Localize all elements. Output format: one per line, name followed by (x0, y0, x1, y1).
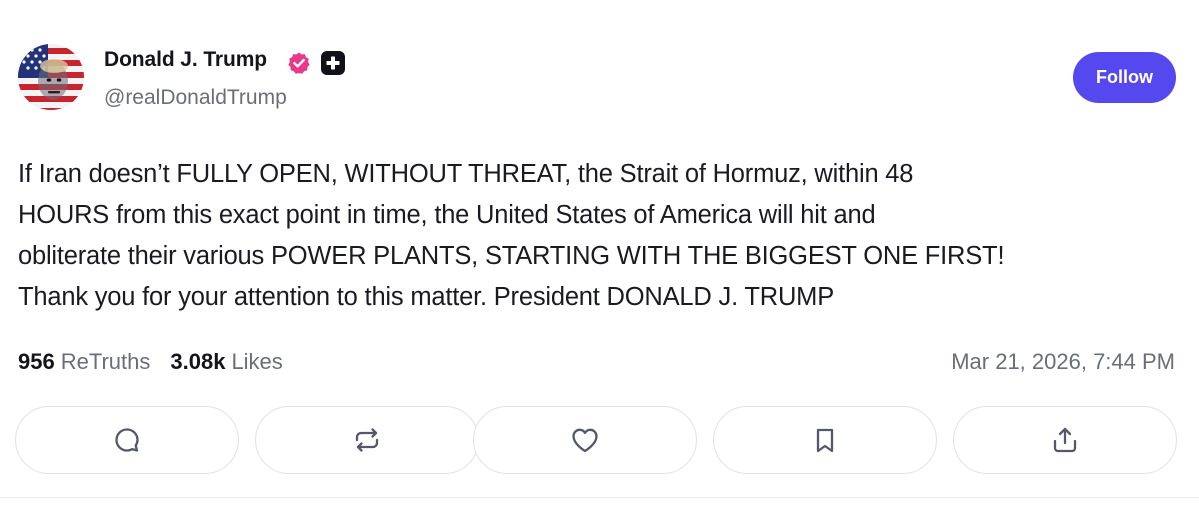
retruth-button[interactable] (255, 406, 479, 474)
post-text-line: Thank you for your attention to this mat… (18, 283, 835, 311)
like-button[interactable] (473, 406, 697, 474)
avatar[interactable] (18, 44, 84, 110)
reply-button[interactable] (15, 406, 239, 474)
retruths-label: ReTruths (60, 349, 151, 374)
bookmark-icon (816, 428, 834, 453)
divider (0, 497, 1199, 498)
author-name[interactable]: Donald J. Trump (104, 48, 267, 72)
bookmark-button[interactable] (713, 406, 937, 474)
likes-stat[interactable]: 3.08k Likes (170, 349, 282, 375)
post-text-line: obliterate their various POWER PLANTS, S… (18, 242, 1005, 270)
retruths-stat[interactable]: 956 ReTruths (18, 349, 150, 375)
comment-icon (115, 428, 139, 452)
repost-icon (355, 428, 379, 452)
follow-button[interactable]: Follow (1073, 52, 1176, 103)
verified-badge-icon (287, 51, 311, 75)
plus-badge-icon (321, 51, 345, 75)
post-card: Donald J. Trump @realDonaldTrump Follow … (0, 0, 1199, 505)
likes-count: 3.08k (170, 349, 226, 374)
share-button[interactable] (953, 406, 1177, 474)
author-handle[interactable]: @realDonaldTrump (104, 86, 287, 110)
post-text-line: If Iran doesn’t FULLY OPEN, WITHOUT THRE… (18, 160, 914, 188)
post-stats: 956 ReTruths 3.08k Likes (18, 349, 283, 375)
avatar-flag-portrait-icon (18, 44, 84, 110)
post-timestamp: Mar 21, 2026, 7:44 PM (951, 349, 1175, 374)
post-text-line: HOURS from this exact point in time, the… (18, 201, 876, 229)
retruths-count: 956 (18, 349, 55, 374)
post-text: If Iran doesn’t FULLY OPEN, WITHOUT THRE… (18, 154, 1183, 318)
heart-icon (572, 428, 598, 453)
action-bar (15, 406, 1183, 476)
likes-label: Likes (231, 349, 283, 374)
share-icon (1053, 427, 1077, 453)
